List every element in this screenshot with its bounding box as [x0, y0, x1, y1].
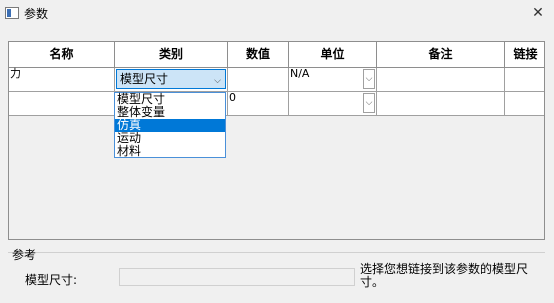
unit-dropdown-button[interactable]: ⌵ [363, 69, 375, 89]
table-row-cell-name[interactable]: 力 [9, 68, 115, 92]
column-header-note[interactable]: 备注 [377, 42, 505, 68]
window-icon [5, 7, 19, 19]
category-combo-box[interactable]: 模型尺寸 ⌵ [116, 69, 226, 89]
column-header-category[interactable]: 类别 [115, 42, 228, 68]
chevron-down-icon[interactable]: ⌵ [212, 74, 223, 88]
table-row-cell-link[interactable] [505, 92, 544, 116]
category-combo-value: 模型尺寸 [120, 72, 169, 86]
reference-group-title: 参考 [12, 248, 37, 262]
model-dimension-field [119, 268, 355, 286]
title-bar: 参数 ✕ [0, 0, 554, 30]
reference-description: 选择您想链接到该参数的模型尺寸。 [360, 262, 529, 289]
table-row-cell-value[interactable]: 0 [228, 92, 289, 116]
parameter-grid: 名称 类别 数值 单位 备注 链接 力 模型尺寸 ⌵ N/A ⌵ 0 ⌵ [8, 41, 545, 240]
table-row-cell-unit[interactable]: ⌵ [289, 92, 377, 116]
reference-group-divider [8, 252, 545, 253]
unit-value: N/A [290, 67, 310, 80]
category-dropdown-list[interactable]: 模型尺寸 整体变量 仿真 运动 材料 [114, 92, 226, 158]
column-header-unit[interactable]: 单位 [289, 42, 377, 68]
column-header-link[interactable]: 链接 [505, 42, 544, 68]
unit-dropdown-button[interactable]: ⌵ [363, 93, 375, 113]
table-row-cell-name[interactable] [9, 92, 115, 116]
column-header-value[interactable]: 数值 [228, 42, 289, 68]
dropdown-option-material[interactable]: 材料 [115, 145, 225, 158]
window-title: 参数 [24, 7, 49, 21]
column-header-name[interactable]: 名称 [9, 42, 115, 68]
model-dimension-label: 模型尺寸: [25, 273, 78, 287]
close-button[interactable]: ✕ [526, 2, 550, 24]
table-row-cell-link[interactable] [505, 68, 544, 92]
table-row-cell-value[interactable] [228, 68, 289, 92]
table-row-cell-unit[interactable]: N/A ⌵ [289, 68, 377, 92]
table-row-cell-note[interactable] [377, 68, 505, 92]
table-row-cell-note[interactable] [377, 92, 505, 116]
table-row-cell-category[interactable]: 模型尺寸 ⌵ [115, 68, 228, 92]
